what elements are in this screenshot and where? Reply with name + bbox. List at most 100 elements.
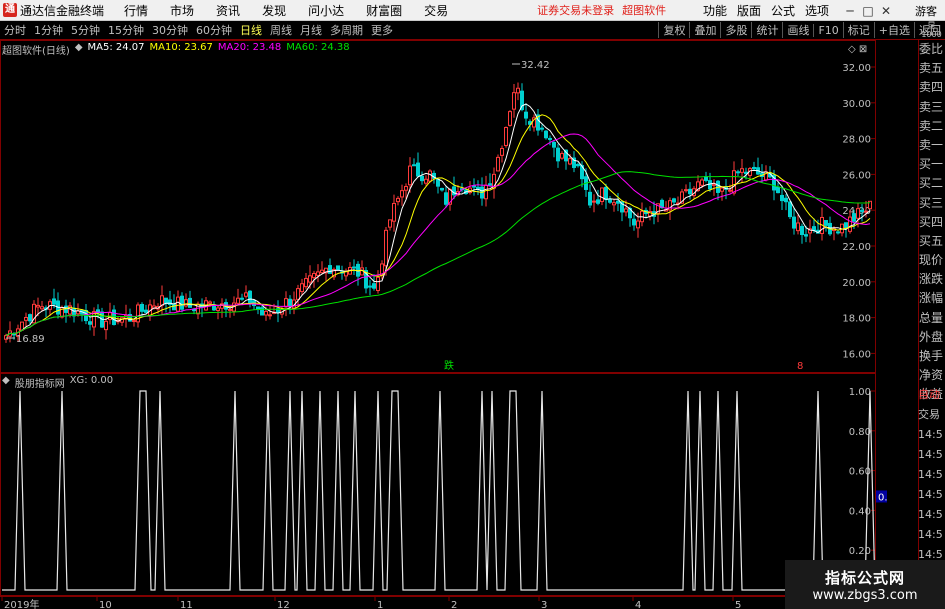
- tab-daily[interactable]: 日线: [236, 22, 266, 38]
- candle-body: [180, 295, 184, 310]
- side-panel-item: 委比: [919, 42, 944, 56]
- side-panel-item: 卖一: [919, 137, 944, 152]
- candle-body: [552, 142, 556, 148]
- candle-body: [316, 271, 320, 276]
- side-panel-item: 卖三: [919, 99, 944, 114]
- candle-body: [184, 299, 188, 307]
- candle-body: [140, 304, 144, 312]
- candle-body: [844, 222, 848, 229]
- candle-body: [568, 158, 572, 165]
- trade-panel-item: 14:5: [918, 508, 943, 521]
- tab-15min[interactable]: 15分钟: [104, 22, 148, 38]
- candle-body: [732, 170, 736, 194]
- side-panel-item: 总量: [919, 310, 944, 325]
- candle-body: [556, 147, 560, 162]
- tab-more[interactable]: 更多: [367, 22, 397, 38]
- ma10-line: [5, 114, 871, 337]
- menu-item-options[interactable]: 选项: [805, 2, 829, 19]
- candle-body: [408, 165, 412, 186]
- legend-settings-icon[interactable]: ◆: [75, 42, 83, 57]
- candle-body: [516, 87, 520, 94]
- tab-multi-period[interactable]: 多周期: [326, 22, 367, 38]
- tool-f10[interactable]: F10: [813, 23, 842, 37]
- minimize-icon[interactable]: ─: [841, 4, 859, 18]
- candle-body: [440, 187, 444, 191]
- login-notice[interactable]: 证券交易未登录: [537, 2, 614, 18]
- indicator-chart[interactable]: 1.000.800.600.470.400.20: [0, 373, 887, 596]
- tool-adjust[interactable]: 复权: [658, 22, 689, 38]
- menu-item-formula[interactable]: 公式: [771, 2, 795, 19]
- maximize-icon[interactable]: □: [859, 4, 877, 18]
- sub-axis-label: 0.20: [849, 546, 871, 557]
- candle-body: [596, 199, 600, 204]
- tab-weekly[interactable]: 周线: [266, 22, 296, 38]
- price-axis-label: 26.00: [842, 170, 871, 181]
- tab-intraday[interactable]: 分时: [0, 22, 30, 38]
- side-panel-item: 换手: [919, 349, 944, 363]
- candle-body: [352, 266, 356, 269]
- menu-bar: 通 通达信金融终端 行情 市场 资讯 发现 问小达 财富圈 交易 证券交易未登录…: [0, 0, 945, 21]
- kline-chart[interactable]: 32.0030.0028.0026.0024.0022.0020.0018.00…: [0, 40, 887, 373]
- legend-indicator-name[interactable]: 股朋指标网: [15, 375, 65, 390]
- tab-1min[interactable]: 1分钟: [30, 22, 67, 38]
- tab-30min[interactable]: 30分钟: [148, 22, 192, 38]
- candle-body: [260, 307, 264, 316]
- candle-body: [404, 186, 408, 191]
- tab-monthly[interactable]: 月线: [296, 22, 326, 38]
- date-axis: 2019年101112123456: [0, 596, 887, 609]
- candle-body: [860, 209, 864, 212]
- tool-draw-line[interactable]: 画线: [782, 22, 813, 38]
- signal-fall-mark: 跌: [444, 359, 454, 372]
- menu-item-ask[interactable]: 问小达: [308, 2, 344, 19]
- side-panel-item: 卖四: [919, 80, 944, 95]
- candle-body: [284, 298, 288, 308]
- candle-body: [320, 269, 324, 274]
- side-panel-item: 现价: [919, 253, 944, 268]
- legend-indicator-settings-icon[interactable]: ◆: [2, 375, 10, 390]
- legend-stock-name[interactable]: 超图软件(日线): [2, 42, 70, 57]
- tool-statistics[interactable]: 统计: [751, 22, 782, 38]
- candle-body: [488, 183, 492, 186]
- candle-body: [792, 216, 796, 229]
- menu-item-quotes[interactable]: 行情: [124, 2, 148, 19]
- candle-body: [188, 297, 192, 308]
- candles: [4, 82, 872, 343]
- candle-body: [736, 171, 740, 174]
- side-panel-item: 涨幅: [919, 291, 944, 306]
- candle-body: [472, 185, 476, 188]
- sub-axis-label: 1.00: [849, 387, 871, 398]
- menu-item-layout[interactable]: 版面: [737, 2, 761, 19]
- candle-body: [36, 304, 40, 308]
- side-panel-item: 卖二: [919, 118, 944, 133]
- tab-5min[interactable]: 5分钟: [67, 22, 104, 38]
- tool-overlay[interactable]: 叠加: [689, 22, 720, 38]
- menu-item-market[interactable]: 市场: [170, 2, 194, 19]
- trade-panel-item[interactable]: 自动: [918, 385, 945, 405]
- menu-item-function[interactable]: 功能: [703, 2, 727, 19]
- date-axis-label: 11: [180, 600, 193, 609]
- candle-body: [216, 307, 220, 311]
- candle-body: [624, 208, 628, 213]
- tool-mark[interactable]: 标记: [842, 22, 874, 38]
- sub-axis-label: 0.80: [849, 427, 871, 438]
- tool-multi-stock[interactable]: 多股: [720, 22, 751, 38]
- date-axis-label: 1: [377, 600, 383, 609]
- candle-body: [144, 309, 148, 313]
- close-icon[interactable]: ✕: [877, 4, 895, 18]
- menu-item-trade[interactable]: 交易: [424, 2, 448, 19]
- menu-item-wealth[interactable]: 财富圈: [366, 2, 402, 19]
- candle-body: [784, 197, 788, 203]
- trade-side-panel: 自动交易14:514:514:514:514:514:514:514:5: [918, 385, 945, 585]
- price-axis-label: 20.00: [842, 278, 871, 289]
- app-title: 通达信金融终端: [20, 3, 105, 18]
- tab-60min[interactable]: 60分钟: [192, 22, 236, 38]
- menu-item-discover[interactable]: 发现: [262, 2, 286, 19]
- menu-item-news[interactable]: 资讯: [216, 2, 240, 19]
- trade-panel-item: 14:5: [918, 488, 943, 501]
- candle-body: [24, 316, 28, 321]
- tool-add-watchlist[interactable]: +自选: [873, 22, 914, 38]
- candle-body: [428, 170, 432, 182]
- guest-label[interactable]: 游客: [915, 3, 937, 19]
- candle-body: [776, 186, 780, 194]
- legend-ma60: MA60: 24.38: [286, 42, 350, 53]
